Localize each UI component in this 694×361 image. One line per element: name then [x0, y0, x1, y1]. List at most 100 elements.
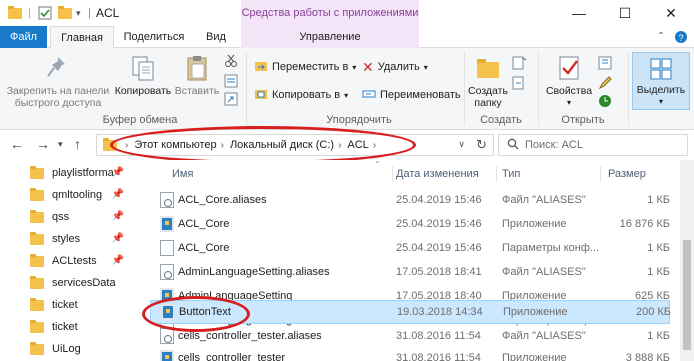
- navigation-pane: playlistforma 📌 qmltooling 📌 qss 📌 styles 📌 …: [0, 160, 138, 361]
- pin-icon: 📌: [111, 167, 124, 178]
- column-header-size[interactable]: Размер: [608, 164, 646, 184]
- file-row[interactable]: cells_controller_tester.aliases 31.08.20…: [150, 324, 670, 348]
- select-label: Выделить: [636, 84, 686, 96]
- nav-item[interactable]: ACLtests 📌: [30, 250, 134, 272]
- search-input[interactable]: Поиск: ACL: [498, 134, 688, 156]
- ribbon-tabs: Файл Главная Поделиться Вид Управление ⌃…: [0, 26, 694, 48]
- address-dropdown-icon[interactable]: ∨: [458, 139, 465, 150]
- vertical-scrollbar[interactable]: [680, 160, 694, 361]
- column-separator[interactable]: [496, 166, 497, 182]
- copy-to-dropdown-icon: ▾: [344, 90, 349, 100]
- navigation-bar: ← → ▾ ↑ › Этот компьютер › Локальный дис…: [0, 130, 694, 160]
- window-title: ACL: [96, 6, 120, 20]
- select-dropdown-icon: ▾: [658, 97, 663, 106]
- paste-icon: [183, 54, 211, 82]
- context-tab-group-label: Средства работы с приложениями: [241, 0, 419, 26]
- new-item-icon[interactable]: [512, 56, 528, 73]
- nav-item[interactable]: playlistforma 📌: [30, 162, 134, 184]
- nav-item[interactable]: styles 📌: [30, 228, 134, 250]
- properties-label: Свойства: [545, 85, 593, 97]
- nav-item[interactable]: ticket: [30, 316, 134, 338]
- ribbon-separator: [464, 52, 465, 126]
- move-to-button[interactable]: Переместить в ▾: [254, 58, 356, 76]
- properties-dropdown-icon: ▾: [566, 98, 571, 107]
- column-separator[interactable]: [600, 166, 601, 182]
- copy-to-icon: [254, 87, 268, 104]
- tab-file[interactable]: Файл: [0, 26, 47, 48]
- application-icon: [160, 216, 174, 232]
- paste-button[interactable]: Вставить: [174, 54, 220, 97]
- tab-home[interactable]: Главная: [50, 26, 114, 48]
- nav-item[interactable]: ticket: [30, 294, 134, 316]
- quick-access-new-folder-icon[interactable]: [58, 5, 72, 21]
- breadcrumb-item[interactable]: ACL: [347, 139, 368, 151]
- aliases-file-icon: [160, 192, 174, 208]
- ribbon-collapse-icon[interactable]: ⌃: [652, 26, 670, 48]
- refresh-icon[interactable]: ↻: [476, 137, 487, 153]
- quick-access-dropdown-icon[interactable]: ▾: [76, 5, 81, 21]
- folder-icon: [30, 341, 44, 355]
- breadcrumb-separator: ›: [125, 139, 129, 151]
- organize-group-label: Упорядочить: [326, 114, 392, 126]
- breadcrumb-separator[interactable]: ›: [221, 140, 224, 151]
- tab-manage[interactable]: Управление: [241, 26, 419, 48]
- tab-view[interactable]: Вид: [196, 26, 236, 48]
- copy-to-button[interactable]: Копировать в ▾: [254, 86, 348, 104]
- forward-icon[interactable]: →: [36, 136, 50, 152]
- copy-button[interactable]: Копировать: [112, 54, 174, 97]
- close-button[interactable]: ✕: [648, 0, 694, 26]
- scrollbar-thumb[interactable]: [683, 240, 691, 350]
- column-header-date[interactable]: Дата изменения: [396, 164, 479, 184]
- help-icon[interactable]: ?: [672, 26, 690, 48]
- history-icon[interactable]: [598, 94, 612, 111]
- new-folder-button[interactable]: Создать папку: [466, 54, 510, 109]
- move-to-label: Переместить в: [272, 61, 349, 73]
- quick-access-folder-icon[interactable]: [8, 5, 22, 21]
- column-header-type[interactable]: Тип: [502, 164, 520, 184]
- back-icon[interactable]: ←: [10, 136, 24, 152]
- pin-icon: [44, 54, 72, 82]
- rename-button[interactable]: Переименовать: [362, 86, 461, 104]
- file-row-selected[interactable]: ButtonText 19.03.2018 14:34 Приложение 2…: [150, 300, 671, 324]
- folder-icon: [30, 209, 44, 223]
- delete-icon: ✕: [362, 58, 374, 75]
- pin-quick-access-button[interactable]: Закрепить на панели быстрого доступа: [6, 54, 110, 109]
- file-row[interactable]: cells_controller_tester 31.08.2016 11:54…: [150, 346, 670, 361]
- file-row[interactable]: ACL_Core.aliases 25.04.2019 15:46 Файл "…: [150, 188, 670, 212]
- minimize-button[interactable]: —: [556, 0, 602, 26]
- tab-share[interactable]: Поделиться: [118, 26, 190, 48]
- breadcrumb-item[interactable]: Локальный диск (C:): [230, 139, 334, 151]
- up-icon[interactable]: ↑: [74, 136, 81, 152]
- file-row[interactable]: AdminLanguageSetting.aliases 17.05.2018 …: [150, 260, 670, 284]
- open-group-label: Открыть: [561, 114, 605, 126]
- breadcrumb-item[interactable]: Этот компьютер: [134, 139, 216, 151]
- copy-path-icon[interactable]: [224, 74, 238, 91]
- cut-icon[interactable]: [224, 54, 238, 71]
- edit-icon[interactable]: [598, 76, 612, 93]
- address-bar[interactable]: › Этот компьютер › Локальный диск (C:) ›…: [96, 134, 494, 156]
- properties-icon: [555, 54, 583, 82]
- nav-item[interactable]: servicesData: [30, 272, 134, 294]
- file-row[interactable]: ACL_Core 25.04.2019 15:46 Приложение 16 …: [150, 212, 670, 236]
- nav-item[interactable]: qmltooling 📌: [30, 184, 134, 206]
- maximize-button[interactable]: ☐: [602, 0, 648, 26]
- pin-icon: 📌: [111, 189, 124, 200]
- nav-item[interactable]: UiLog: [30, 338, 134, 360]
- quick-access-properties-icon[interactable]: [38, 5, 52, 21]
- folder-icon: [30, 297, 44, 311]
- column-separator[interactable]: [392, 166, 393, 182]
- recent-locations-icon[interactable]: ▾: [58, 139, 63, 150]
- easy-access-icon[interactable]: [512, 76, 528, 93]
- ribbon-separator: [628, 52, 629, 126]
- column-header-name[interactable]: Имя: [172, 164, 193, 184]
- properties-button[interactable]: Свойства ▾: [542, 54, 596, 109]
- breadcrumb-separator[interactable]: ›: [338, 140, 341, 151]
- delete-button[interactable]: ✕ Удалить ▾: [362, 58, 428, 76]
- open-icon[interactable]: [598, 56, 616, 73]
- application-icon: [160, 350, 174, 361]
- nav-item[interactable]: qss 📌: [30, 206, 134, 228]
- file-row[interactable]: ACL_Core 25.04.2019 15:46 Параметры конф…: [150, 236, 670, 260]
- select-button[interactable]: Выделить ▾: [632, 52, 690, 110]
- paste-shortcut-icon[interactable]: [224, 92, 238, 109]
- breadcrumb-separator[interactable]: ›: [373, 140, 376, 151]
